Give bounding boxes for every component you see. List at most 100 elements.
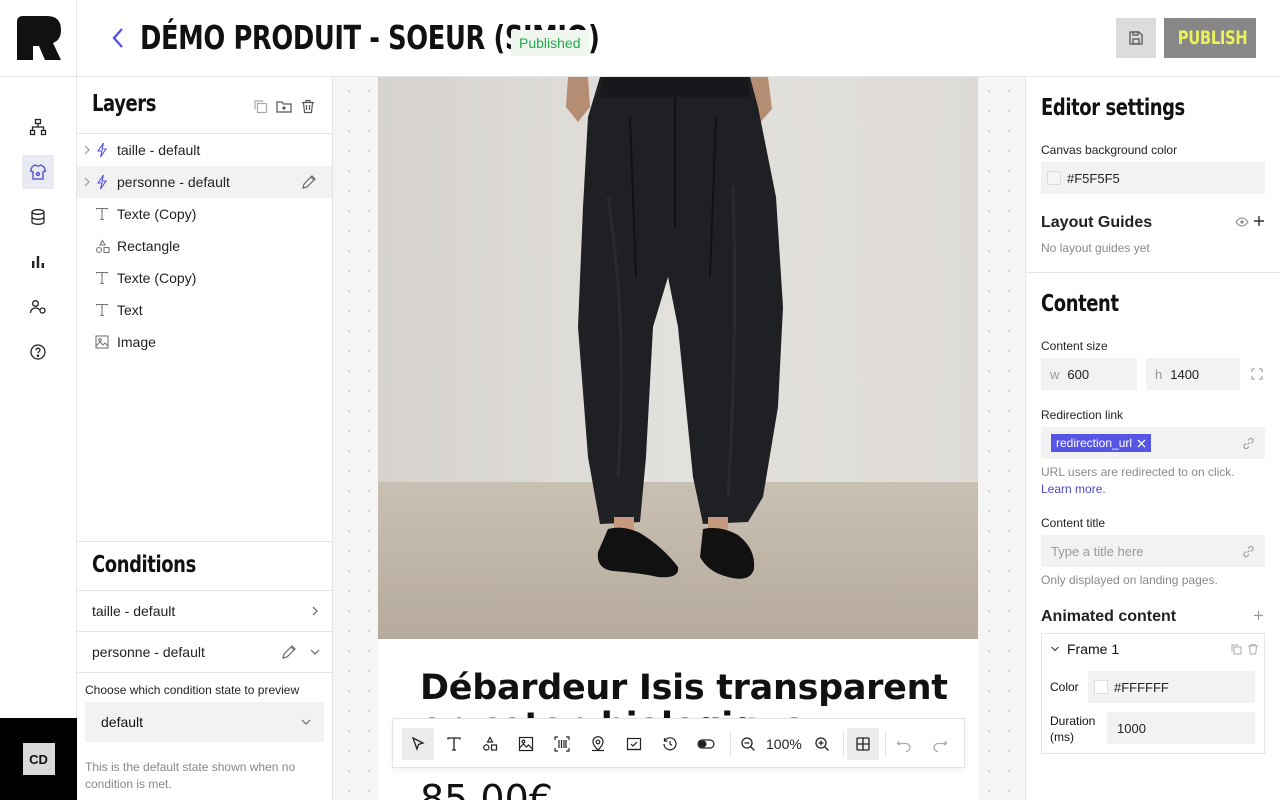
- width-field[interactable]: w 600: [1041, 358, 1137, 390]
- preview-select-value: default: [101, 714, 144, 730]
- frame-name[interactable]: Frame 1: [1067, 641, 1119, 657]
- pencil-icon[interactable]: [280, 643, 298, 661]
- layer-label: personne - default: [117, 174, 230, 190]
- canvas-bg-value: #F5F5F5: [1067, 170, 1120, 186]
- preview-label: Choose which condition state to preview: [85, 683, 300, 697]
- pencil-icon[interactable]: [300, 173, 318, 191]
- height-field[interactable]: h 1400: [1146, 358, 1240, 390]
- user-settings-icon[interactable]: [22, 290, 54, 324]
- publish-button[interactable]: PUBLISH: [1164, 18, 1256, 58]
- grid-toggle[interactable]: [847, 728, 879, 760]
- timer-tool[interactable]: [654, 728, 686, 760]
- avatar[interactable]: CD: [22, 743, 55, 775]
- add-folder-icon[interactable]: [275, 97, 293, 115]
- layer-item[interactable]: Rectangle: [77, 230, 332, 262]
- condition-item[interactable]: taille - default: [77, 591, 332, 632]
- plus-icon[interactable]: [1253, 215, 1265, 227]
- save-button[interactable]: [1116, 18, 1156, 58]
- shape-tool[interactable]: [474, 728, 506, 760]
- grid-icon: [856, 737, 870, 751]
- layout-guides-title: Layout Guides: [1041, 214, 1153, 231]
- trash-icon[interactable]: [1247, 643, 1259, 655]
- duration-field[interactable]: 1000: [1107, 712, 1255, 744]
- chevron-right-icon[interactable]: [308, 604, 322, 618]
- duration-label: Duration (ms): [1050, 713, 1095, 745]
- database-icon[interactable]: [22, 200, 54, 234]
- editor-canvas[interactable]: Débardeur Isis transparent en coton biol…: [333, 77, 1025, 800]
- product-image[interactable]: [378, 77, 978, 639]
- countdown-tool[interactable]: [618, 728, 650, 760]
- content-title: Content: [1041, 291, 1119, 317]
- back-button[interactable]: [105, 24, 131, 52]
- frame-card: Frame 1 Color #FFFFFF Duration (ms) 1000: [1041, 633, 1265, 754]
- chevron-right-icon[interactable]: [82, 175, 92, 189]
- redo-button[interactable]: [924, 728, 956, 760]
- duplicate-icon[interactable]: [1230, 643, 1242, 655]
- canvas-bg-field[interactable]: #F5F5F5: [1041, 162, 1265, 194]
- text-tool[interactable]: [438, 728, 470, 760]
- animated-content-title: Animated content: [1041, 608, 1177, 625]
- layer-item[interactable]: Image: [77, 326, 332, 358]
- lightning-icon: [94, 174, 110, 190]
- layers-title: Layers: [92, 91, 157, 117]
- toggle-tool[interactable]: [690, 728, 722, 760]
- layer-label: Rectangle: [117, 238, 181, 254]
- logo-icon: [16, 16, 61, 60]
- account-area[interactable]: CD: [0, 718, 77, 800]
- location-tool[interactable]: [582, 728, 614, 760]
- analytics-icon[interactable]: [22, 245, 54, 279]
- trash-icon[interactable]: [299, 97, 317, 115]
- learn-more-link[interactable]: Learn more.: [1041, 482, 1106, 496]
- redirection-field[interactable]: redirection_url: [1041, 427, 1265, 459]
- layer-item[interactable]: taille - default: [77, 134, 332, 166]
- zoom-level: 100%: [766, 736, 802, 752]
- plus-icon[interactable]: [1253, 610, 1264, 621]
- layer-item[interactable]: Texte (Copy): [77, 262, 332, 294]
- duplicate-icon[interactable]: [251, 97, 269, 115]
- conditions-title: Conditions: [92, 552, 196, 578]
- artboard[interactable]: Débardeur Isis transparent en coton biol…: [378, 77, 978, 800]
- redirection-label: Redirection link: [1041, 408, 1124, 422]
- text-icon: [94, 270, 110, 286]
- chevron-down-icon[interactable]: [1050, 644, 1060, 654]
- product-price[interactable]: 85,00€: [420, 777, 553, 800]
- image-icon: [518, 736, 534, 752]
- redirection-tag-label: redirection_url: [1056, 436, 1133, 450]
- condition-item[interactable]: personne - default: [77, 632, 332, 673]
- chevron-down-icon: [301, 719, 311, 725]
- layer-item[interactable]: Texte (Copy): [77, 198, 332, 230]
- chevron-left-icon: [112, 28, 123, 48]
- height-prefix: h: [1155, 366, 1163, 382]
- layers-header: Layers: [77, 77, 332, 134]
- content-size-label: Content size: [1041, 339, 1108, 353]
- select-tool[interactable]: [402, 728, 434, 760]
- canvas-toolbar: 100%: [392, 718, 965, 768]
- sitemap-icon[interactable]: [22, 110, 54, 144]
- zoom-in-button[interactable]: [806, 728, 838, 760]
- chevron-down-icon[interactable]: [308, 645, 322, 659]
- layer-item[interactable]: personne - default: [77, 166, 332, 198]
- barcode-tool[interactable]: [546, 728, 578, 760]
- app-logo[interactable]: [0, 0, 77, 77]
- creative-icon[interactable]: [22, 155, 54, 189]
- close-icon[interactable]: [1137, 439, 1146, 448]
- preview-state-select[interactable]: default: [85, 702, 324, 742]
- image-tool[interactable]: [510, 728, 542, 760]
- text-icon: [94, 302, 110, 318]
- chevron-right-icon[interactable]: [82, 143, 92, 157]
- layer-label: Texte (Copy): [117, 206, 197, 222]
- redirection-tag[interactable]: redirection_url: [1051, 434, 1152, 452]
- condition-label: taille - default: [92, 603, 176, 619]
- help-icon[interactable]: [22, 335, 54, 369]
- zoom-in-icon: [815, 737, 829, 751]
- color-swatch[interactable]: [1094, 680, 1108, 694]
- color-swatch[interactable]: [1047, 171, 1061, 185]
- aspect-lock-icon[interactable]: [1250, 367, 1264, 381]
- zoom-out-button[interactable]: [732, 728, 764, 760]
- undo-button[interactable]: [888, 728, 920, 760]
- content-title-field[interactable]: Type a title here: [1041, 535, 1265, 567]
- layer-item[interactable]: Text: [77, 294, 332, 326]
- layout-guides-empty: No layout guides yet: [1041, 241, 1150, 255]
- frame-color-field[interactable]: #FFFFFF: [1088, 671, 1255, 703]
- eye-icon[interactable]: [1235, 216, 1249, 228]
